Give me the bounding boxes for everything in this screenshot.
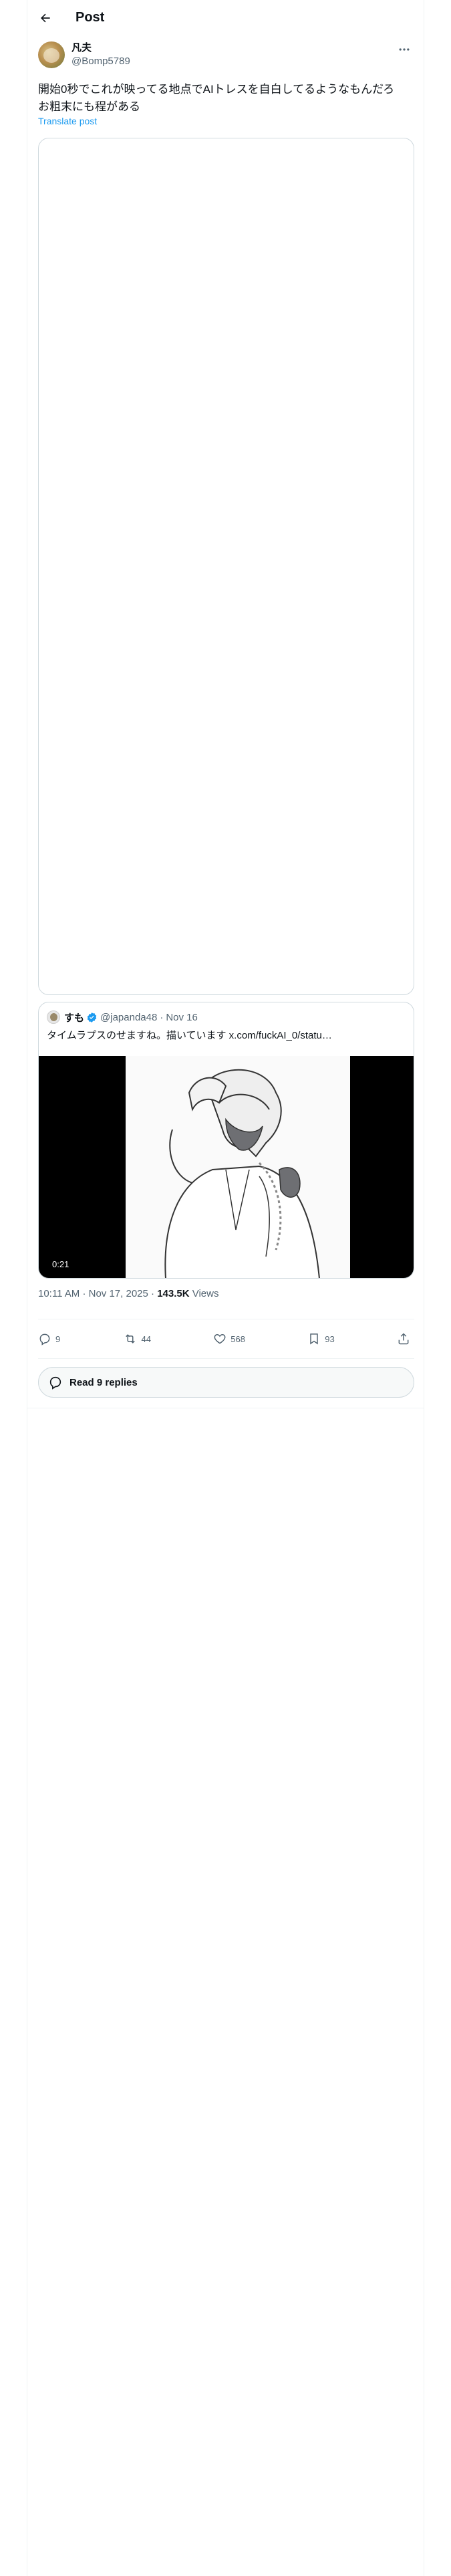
author-names: 凡夫 @Bomp5789 bbox=[71, 41, 130, 68]
post-meta: 10:11 AM · Nov 17, 2025 · 143.5K Views bbox=[38, 1288, 218, 1299]
like-count: 568 bbox=[231, 1333, 245, 1344]
reply-icon bbox=[39, 1333, 50, 1346]
translate-link[interactable]: Translate post bbox=[38, 116, 97, 126]
repost-icon bbox=[125, 1334, 135, 1344]
arrow-left-icon bbox=[41, 13, 50, 22]
author-row: 凡夫 @Bomp5789 bbox=[38, 41, 414, 72]
back-button[interactable] bbox=[34, 7, 57, 29]
quoted-video[interactable]: 0:21 bbox=[39, 1056, 414, 1278]
quoted-separator: · bbox=[160, 1011, 164, 1023]
meta-separator: · bbox=[151, 1288, 155, 1299]
post-date[interactable]: Nov 17, 2025 bbox=[89, 1288, 148, 1299]
bookmark-button[interactable]: 93 bbox=[307, 1332, 335, 1346]
more-icon bbox=[399, 48, 410, 51]
quoted-post-header: すも @japanda48 · Nov 16 bbox=[47, 1010, 198, 1024]
quoted-display-name: すも bbox=[64, 1012, 85, 1024]
bookmark-icon bbox=[310, 1333, 318, 1345]
repost-count: 44 bbox=[141, 1333, 151, 1344]
read-replies-label: Read 9 replies bbox=[69, 1376, 138, 1388]
reply-icon bbox=[49, 1376, 61, 1390]
page-title: Post bbox=[76, 10, 105, 25]
left-rail bbox=[0, 0, 27, 2576]
quoted-text: タイムラプスのせますね。描いています x.com/fuckAI_0/statu… bbox=[47, 1030, 332, 1041]
meta-separator: · bbox=[82, 1288, 86, 1299]
quoted-handle: @japanda48 bbox=[100, 1011, 158, 1023]
reply-button[interactable]: 9 bbox=[38, 1332, 60, 1346]
right-rail bbox=[424, 0, 451, 2576]
video-duration: 0:21 bbox=[48, 1258, 73, 1271]
quoted-avatar bbox=[47, 1010, 60, 1024]
page: Post 凡夫 @Bomp5789 開始0秒でこれが映ってる地点でAIトレスを自… bbox=[0, 0, 451, 2576]
verified-badge-icon bbox=[87, 1012, 97, 1023]
share-icon bbox=[398, 1333, 409, 1345]
read-replies-button[interactable]: Read 9 replies bbox=[38, 1367, 414, 1398]
quoted-date: Nov 16 bbox=[166, 1011, 198, 1023]
media-placeholder[interactable] bbox=[38, 138, 414, 995]
share-button[interactable] bbox=[397, 1332, 414, 1346]
action-bar: 9 44 568 93 bbox=[38, 1319, 414, 1359]
main-column: Post 凡夫 @Bomp5789 開始0秒でこれが映ってる地点でAIトレスを自… bbox=[27, 0, 424, 2576]
video-frame-illustration bbox=[126, 1056, 350, 1278]
like-button[interactable]: 568 bbox=[213, 1332, 245, 1346]
quoted-post[interactable]: すも @japanda48 · Nov 16 タイムラプスのせますね。描いていま… bbox=[38, 1002, 414, 1279]
author-handle[interactable]: @Bomp5789 bbox=[71, 55, 130, 68]
post-time[interactable]: 10:11 AM bbox=[38, 1288, 80, 1299]
avatar[interactable] bbox=[38, 41, 65, 68]
bookmark-count: 93 bbox=[325, 1333, 335, 1344]
tweet-text: 開始0秒でこれが映ってる地点でAIトレスを自白してるようなもんだろ お粗末にも程… bbox=[38, 83, 395, 113]
author-display-name[interactable]: 凡夫 bbox=[71, 41, 130, 55]
reply-count: 9 bbox=[55, 1333, 61, 1344]
heart-icon bbox=[214, 1333, 226, 1344]
views-count: 143.5K bbox=[157, 1288, 190, 1299]
more-button[interactable] bbox=[394, 41, 414, 58]
page-header: Post bbox=[27, 0, 424, 35]
repost-button[interactable]: 44 bbox=[123, 1332, 151, 1346]
views-label: Views bbox=[192, 1288, 219, 1299]
